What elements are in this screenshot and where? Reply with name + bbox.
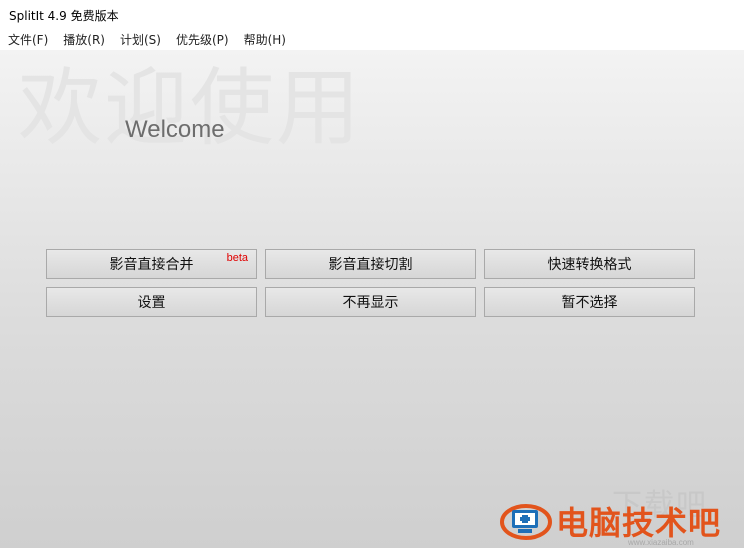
- watermark-url: www.xiazaiba.com: [628, 538, 694, 547]
- split-button[interactable]: 影音直接切割: [265, 249, 476, 279]
- welcome-panel: 欢迎使用 Welcome 影音直接合并 beta 影音直接切割 快速转换格式 设…: [0, 50, 744, 548]
- menu-help[interactable]: 帮助(H): [236, 30, 293, 50]
- welcome-heading-en: Welcome: [125, 116, 225, 143]
- window-title: SplitIt 4.9 免费版本: [9, 9, 119, 23]
- beta-badge: beta: [226, 252, 248, 264]
- app-window: SplitIt 4.9 免费版本 文件(F) 播放(R) 计划(S) 优先级(P…: [0, 0, 744, 548]
- watermark: 下载吧 电脑技术吧 www.xiazaiba.com: [500, 486, 744, 547]
- settings-button[interactable]: 设置: [46, 287, 257, 317]
- merge-button-label: 影音直接合并: [109, 257, 194, 273]
- skip-button[interactable]: 暂不选择: [484, 287, 695, 317]
- convert-button[interactable]: 快速转换格式: [484, 249, 695, 279]
- convert-button-label: 快速转换格式: [547, 257, 632, 273]
- split-button-label: 影音直接切割: [328, 257, 413, 273]
- computer-logo-icon: [500, 504, 552, 540]
- title-bar[interactable]: SplitIt 4.9 免费版本: [0, 0, 744, 30]
- menu-play[interactable]: 播放(R): [55, 30, 112, 50]
- dont-show-again-button[interactable]: 不再显示: [265, 287, 476, 317]
- merge-button[interactable]: 影音直接合并 beta: [46, 249, 257, 279]
- dont-show-again-label: 不再显示: [342, 295, 399, 311]
- menu-file[interactable]: 文件(F): [0, 30, 55, 50]
- menu-bar: 文件(F) 播放(R) 计划(S) 优先级(P) 帮助(H): [0, 30, 744, 50]
- settings-button-label: 设置: [137, 295, 166, 311]
- menu-schedule[interactable]: 计划(S): [112, 30, 168, 50]
- skip-button-label: 暂不选择: [561, 295, 618, 311]
- menu-priority[interactable]: 优先级(P): [168, 30, 236, 50]
